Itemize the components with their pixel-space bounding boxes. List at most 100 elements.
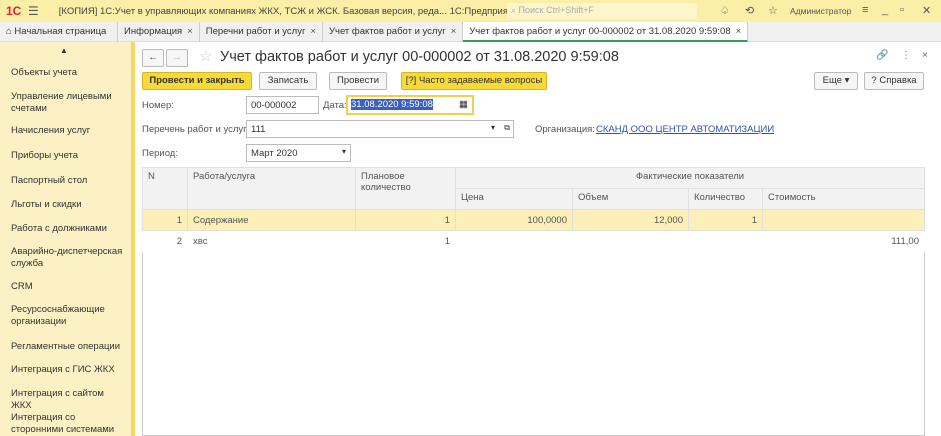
tab-current-doc[interactable]: Учет фактов работ и услуг 00-000002 от 3… — [463, 22, 749, 42]
search-input[interactable]: ⌕ Поиск Ctrl+Shift+F — [507, 3, 697, 19]
work-list-field[interactable]: 111 ▾ ⧉ — [246, 120, 514, 138]
close-icon[interactable]: × — [310, 26, 316, 37]
cell-work: Содержание — [187, 209, 356, 231]
tab-label: Перечни работ и услуг — [205, 26, 306, 37]
tab-label: Учет фактов работ и услуг — [328, 26, 446, 37]
more-button[interactable]: Еще ▾ — [814, 72, 858, 90]
close-icon[interactable]: × — [736, 26, 742, 37]
org-link[interactable]: СКАНД ООО ЦЕНТР АВТОМАТИЗАЦИИ — [596, 124, 774, 135]
col-cost[interactable]: Стоимость — [762, 188, 925, 210]
sidebar-item[interactable]: Интеграция с сайтом ЖКХ — [11, 388, 126, 412]
link-icon[interactable]: 🔗 — [876, 50, 888, 61]
favorite-star-icon[interactable]: ☆ — [199, 47, 212, 65]
org-label: Организация: — [535, 124, 595, 135]
calendar-icon[interactable]: ▦ — [459, 99, 468, 110]
user-name[interactable]: Администратор — [790, 6, 851, 16]
faq-label: Часто задаваемые вопросы — [418, 75, 543, 86]
tab-label: Начальная страница — [14, 26, 107, 37]
close-icon[interactable]: × — [922, 50, 928, 61]
post-close-button[interactable]: Провести и закрыть — [142, 72, 252, 90]
period-field[interactable]: Март 2020 ▾ — [246, 144, 351, 162]
sidebar-item[interactable]: Ресурсоснабжающие организации — [11, 304, 126, 328]
help-button[interactable]: ? Справка — [864, 72, 924, 90]
title-bar: 1С ☰ [КОПИЯ] 1С:Учет в управляющих компа… — [0, 0, 941, 22]
tab-bar: ⌂ Начальная страница Информация × Перечни… — [0, 22, 941, 42]
sidebar-item[interactable]: Управление лицевыми счетами — [11, 91, 126, 115]
sidebar-item[interactable]: CRM — [11, 281, 126, 293]
window-title: [КОПИЯ] 1С:Учет в управляющих компаниях … — [58, 5, 523, 17]
sidebar-item[interactable]: Объекты учета — [11, 67, 126, 79]
list-label: Перечень работ и услуг: — [142, 124, 250, 135]
table-row[interactable]: 1 Содержание 1 100,0000 12,000 1 — [142, 209, 925, 231]
menu-icon[interactable]: ☰ — [28, 4, 39, 18]
maximize-icon[interactable]: ▫ — [900, 4, 904, 16]
col-n[interactable]: N — [142, 167, 188, 210]
sidebar-item[interactable]: Интеграция со сторонними системами — [11, 412, 126, 436]
cell-n: 1 — [142, 209, 188, 231]
col-qty[interactable]: Количество — [688, 188, 763, 210]
cell-plan: 1 — [355, 230, 456, 252]
date-value: 31.08.2020 9:59:08 — [351, 99, 433, 110]
more-icon[interactable]: ⋮ — [901, 50, 911, 61]
cell-plan: 1 — [355, 209, 456, 231]
app-logo: 1С — [6, 4, 22, 18]
col-price[interactable]: Цена — [455, 188, 573, 210]
history-icon[interactable]: ⟲ — [745, 4, 754, 17]
tab-work-lists[interactable]: Перечни работ и услуг × — [200, 22, 323, 42]
col-work[interactable]: Работа/услуга — [187, 167, 356, 210]
dropdown-icon[interactable]: ▾ — [491, 123, 495, 132]
cell-volume — [572, 230, 689, 252]
minimize-icon[interactable]: _ — [882, 4, 888, 16]
post-button[interactable]: Провести — [329, 72, 387, 90]
sidebar-item[interactable]: Приборы учета — [11, 150, 126, 162]
date-label: Дата: — [323, 100, 347, 111]
forward-button[interactable]: → — [166, 49, 188, 67]
col-plan[interactable]: Плановое количество — [355, 167, 456, 210]
cell-volume: 12,000 — [572, 209, 689, 231]
tab-info[interactable]: Информация × — [118, 22, 200, 42]
back-button[interactable]: ← — [142, 49, 164, 67]
star-icon[interactable]: ☆ — [768, 4, 778, 17]
cell-qty — [688, 230, 763, 252]
sidebar-item[interactable]: Регламентные операции — [11, 341, 126, 353]
table-row[interactable]: 2 хвс 1 111,00 — [142, 230, 925, 252]
tab-label: Информация — [124, 26, 183, 37]
save-button[interactable]: Записать — [259, 72, 317, 90]
tab-work-facts[interactable]: Учет фактов работ и услуг × — [323, 22, 464, 42]
col-volume[interactable]: Объем — [572, 188, 689, 210]
faq-button[interactable]: [?] Часто задаваемые вопросы — [401, 72, 547, 90]
period-label: Период: — [142, 148, 178, 159]
sidebar-item[interactable]: Паспортный стол — [11, 175, 126, 187]
sidebar-item[interactable]: Работа с должниками — [11, 223, 126, 235]
number-field[interactable]: 00-000002 — [246, 96, 319, 114]
sidebar-item[interactable]: Интеграция с ГИС ЖКХ — [11, 364, 126, 376]
close-icon[interactable]: ✕ — [922, 4, 931, 17]
page-title: Учет фактов работ и услуг 00-000002 от 3… — [220, 49, 619, 65]
col-group-actual: Фактические показатели — [455, 167, 925, 189]
cell-work: хвс — [187, 230, 356, 252]
sidebar-item[interactable]: Льготы и скидки — [11, 199, 126, 211]
period-value: Март 2020 — [251, 148, 298, 159]
bell-icon[interactable]: ♤ — [720, 4, 730, 17]
date-field[interactable]: 31.08.2020 9:59:08 ▦ — [346, 95, 474, 115]
number-label: Номер: — [142, 100, 174, 111]
dropdown-icon[interactable]: ▾ — [342, 147, 346, 156]
close-icon[interactable]: × — [187, 26, 193, 37]
settings-menu-icon[interactable]: ≡ — [862, 4, 868, 16]
cell-price — [455, 230, 573, 252]
services-table: N Работа/услуга Плановое количество Факт… — [142, 167, 925, 252]
search-placeholder: Поиск Ctrl+Shift+F — [518, 5, 595, 15]
cell-cost — [762, 209, 925, 231]
close-icon[interactable]: × — [451, 26, 457, 37]
more-label: Еще — [822, 75, 842, 86]
cell-n: 2 — [142, 230, 188, 252]
cell-price: 100,0000 — [455, 209, 573, 231]
sidebar-item[interactable]: Начисления услуг — [11, 125, 126, 137]
tab-home[interactable]: ⌂ Начальная страница — [0, 22, 118, 42]
help-label: Справка — [879, 75, 917, 86]
scroll-up-icon[interactable]: ▲ — [60, 46, 68, 55]
sidebar-item[interactable]: Аварийно-диспетчерская служба — [11, 246, 126, 270]
help-icon: [?] — [405, 75, 419, 86]
open-icon[interactable]: ⧉ — [504, 123, 510, 133]
cell-cost: 111,00 — [762, 230, 925, 252]
